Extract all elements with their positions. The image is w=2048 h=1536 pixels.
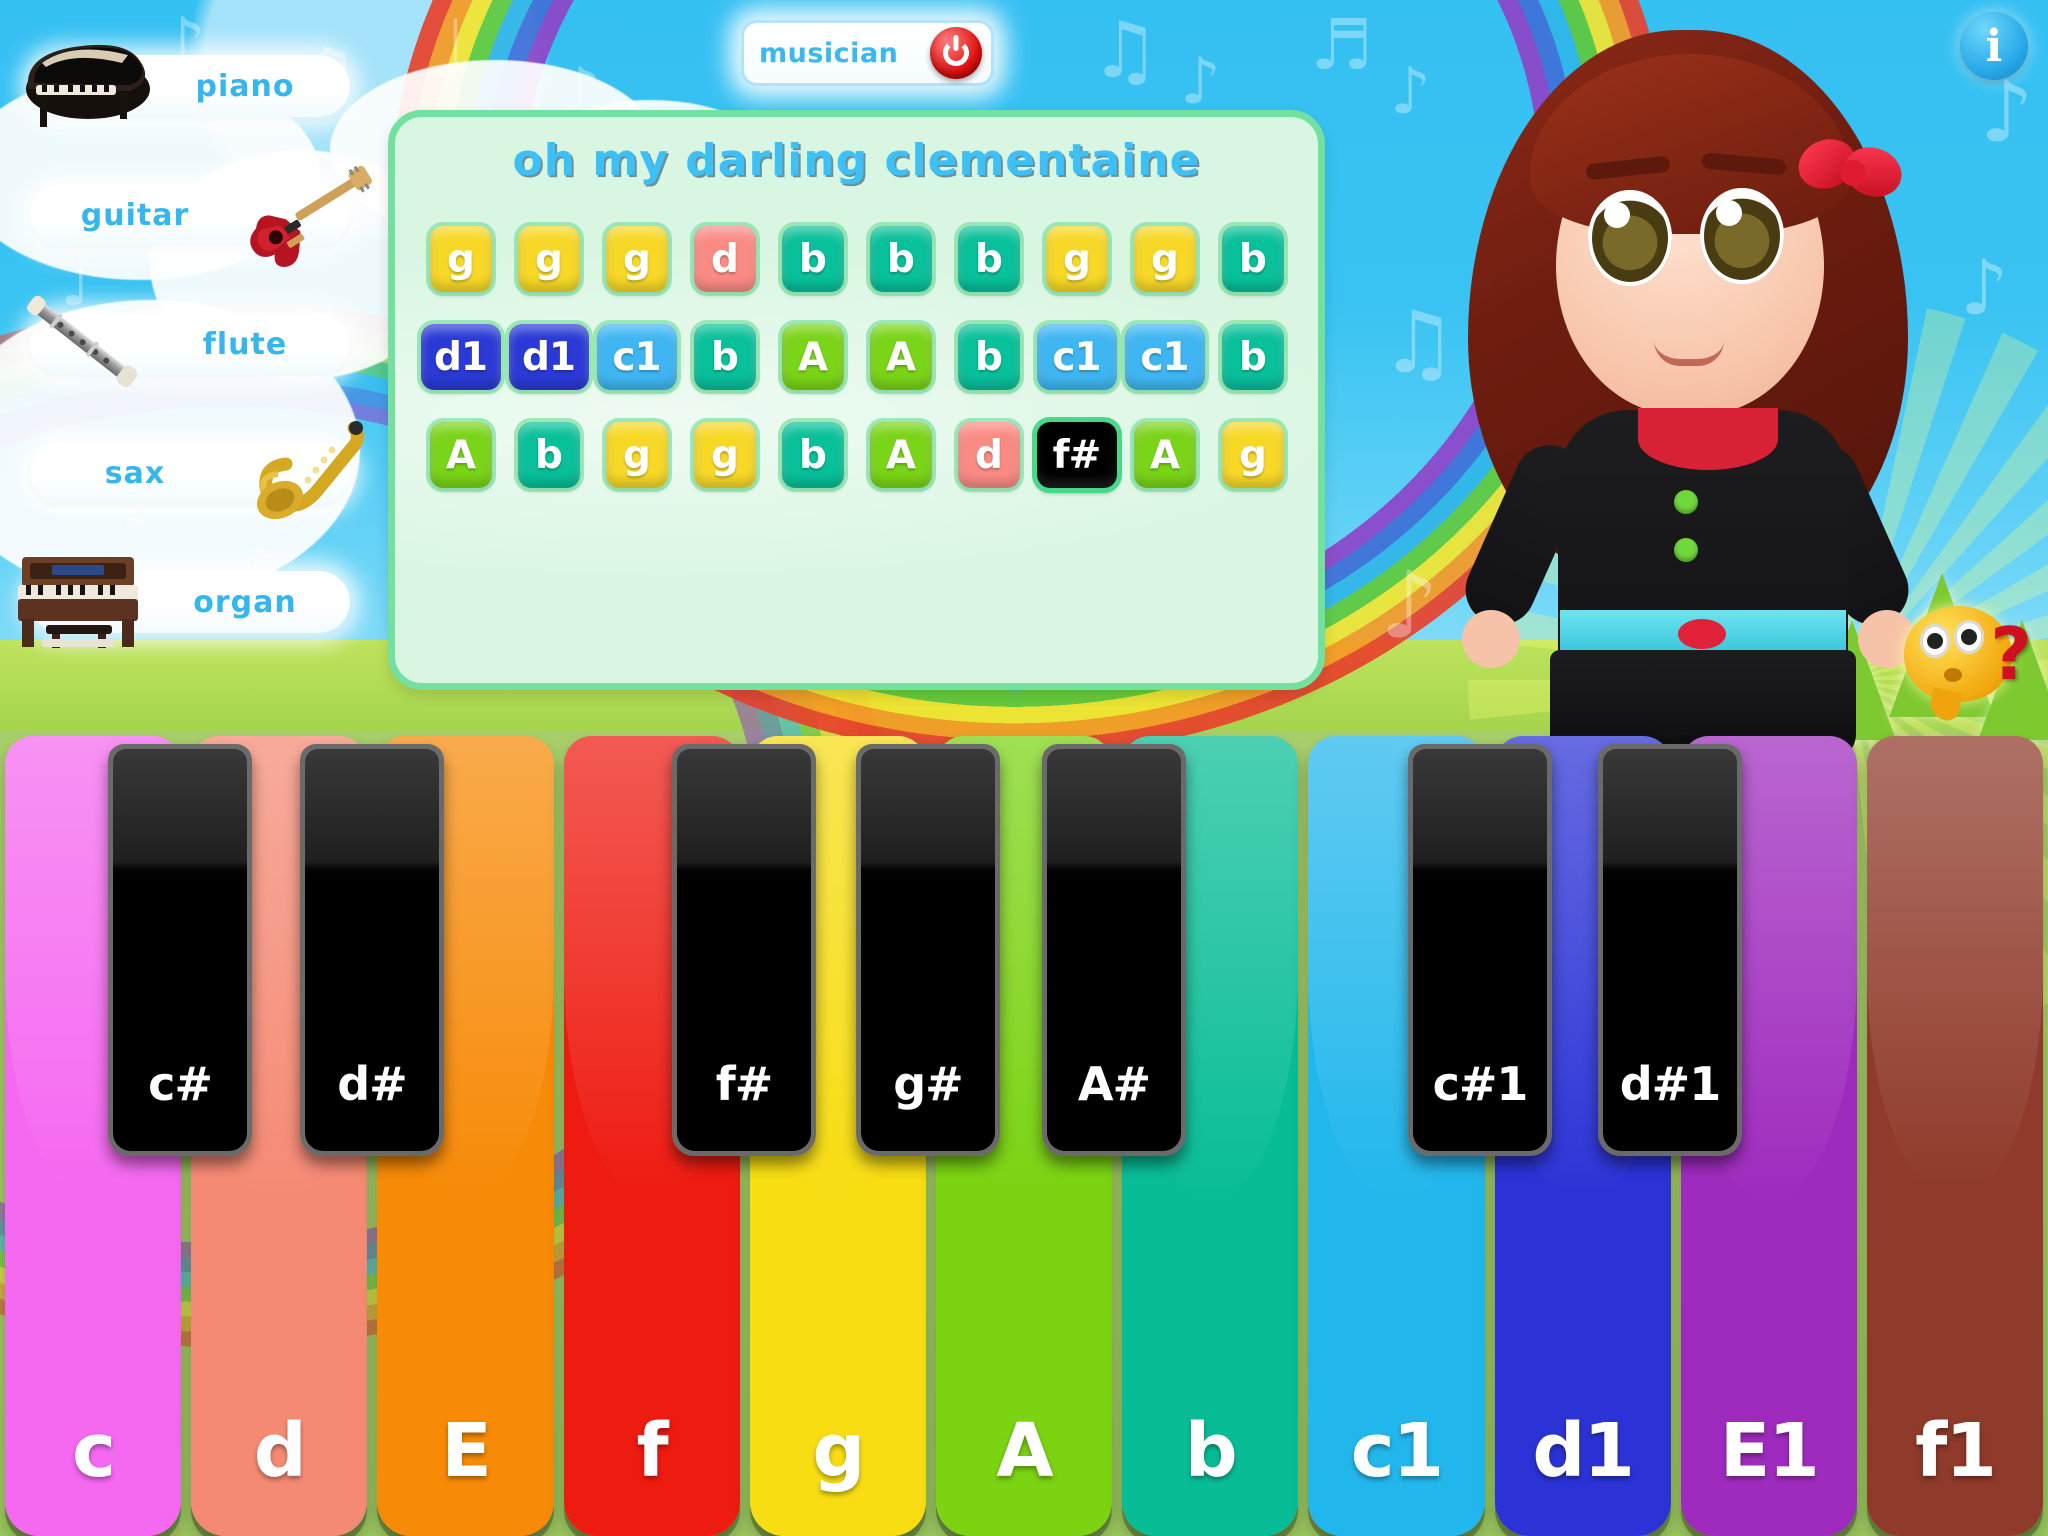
black-key-label: c#1: [1432, 1057, 1529, 1111]
instrument-list: piano guitar flute sax organ: [18, 44, 372, 700]
note-tile[interactable]: b: [865, 222, 936, 296]
note-tile[interactable]: d1: [504, 320, 593, 394]
girl-avatar: [1438, 10, 1938, 760]
black-key-face: f#: [677, 749, 811, 1151]
note-tile[interactable]: c1: [592, 320, 681, 394]
white-key-label: f: [636, 1408, 669, 1494]
note-tile[interactable]: f#: [1031, 417, 1122, 493]
note-tile[interactable]: d: [689, 222, 760, 296]
instrument-button-piano[interactable]: piano: [26, 44, 350, 127]
note-sequence-grid: g g g d b b b g g b d1 d1 c1 b A Ab c1 c1 b Ab g g b Ad f# Ag: [416, 222, 1297, 493]
note-tile[interactable]: b: [953, 320, 1024, 394]
black-key-face: d#: [305, 749, 439, 1151]
hair-bow-icon: [1791, 130, 1909, 210]
note-tile[interactable]: g: [513, 222, 584, 296]
white-key-label: f1: [1915, 1408, 1997, 1494]
song-title: oh my darling clementaine: [512, 135, 1201, 186]
note-tile[interactable]: A: [777, 320, 848, 394]
note-tile[interactable]: g: [601, 418, 672, 492]
white-key-label: b: [1184, 1408, 1238, 1494]
note-tile[interactable]: c1: [1032, 320, 1121, 394]
electric-guitar-icon: [250, 165, 372, 267]
note-tile[interactable]: b: [777, 222, 848, 296]
black-keys-row: c# d# f# g# A# c#1 d#1: [0, 736, 2048, 1156]
note-tile[interactable]: b: [1217, 320, 1288, 394]
flute-icon: [27, 295, 138, 388]
black-key-gsharp[interactable]: g#: [856, 744, 1000, 1156]
black-key-label: d#1: [1619, 1057, 1721, 1111]
note-tile[interactable]: g: [1217, 418, 1288, 492]
grand-piano-icon: [26, 44, 150, 127]
note-tile[interactable]: g: [425, 222, 496, 296]
note-tile[interactable]: g: [1041, 222, 1112, 296]
musician-label: musician: [759, 37, 899, 69]
note-tile[interactable]: g: [689, 418, 760, 492]
note-tile[interactable]: b: [953, 222, 1024, 296]
white-key-label: A: [996, 1408, 1053, 1494]
piano-keyboard: c d Ef g Ab c1 d1 E1 f1 c# d# f# g# A# c#1 d#1: [0, 736, 2048, 1536]
white-key-label: c1: [1350, 1408, 1444, 1494]
note-tile[interactable]: b: [1217, 222, 1288, 296]
note-tile[interactable]: d: [953, 418, 1024, 492]
note-tile[interactable]: A: [865, 320, 936, 394]
note-tile[interactable]: b: [689, 320, 760, 394]
white-key-label: E: [441, 1408, 492, 1494]
question-mark-glyph: ?: [1990, 612, 2032, 696]
organ-icon: [18, 557, 138, 648]
black-key-csharp1[interactable]: c#1: [1408, 744, 1552, 1156]
note-tile[interactable]: g: [1129, 222, 1200, 296]
app-stage: ♪ ♫ ♩ ♪ ♫ ♪ ♬ ♪ ♪ ♫ ♪ ♩ ♫ ♪ ♬ ♪ ♫ ♪: [0, 0, 2048, 1536]
black-key-face: g#: [861, 749, 995, 1151]
power-icon[interactable]: [930, 27, 982, 79]
musician-button[interactable]: musician: [741, 20, 994, 86]
note-tile[interactable]: A: [425, 418, 496, 492]
white-key-label: d: [253, 1408, 307, 1494]
instrument-button-sax[interactable]: sax: [30, 421, 364, 520]
saxophone-icon: [256, 421, 364, 520]
white-key-label: d1: [1532, 1408, 1634, 1494]
note-tile[interactable]: b: [513, 418, 584, 492]
white-key-label: E1: [1719, 1408, 1820, 1494]
black-key-label: d#: [337, 1057, 407, 1111]
black-key-face: c#1: [1413, 749, 1547, 1151]
black-key-label: f#: [715, 1057, 774, 1111]
note-tile[interactable]: d1: [416, 320, 505, 394]
note-tile[interactable]: g: [601, 222, 672, 296]
black-key-face: c#: [113, 749, 247, 1151]
white-key-label: c: [72, 1408, 116, 1494]
white-key-label: g: [812, 1408, 865, 1494]
black-key-face: d#1: [1603, 749, 1737, 1151]
note-tile[interactable]: A: [1129, 418, 1200, 492]
thinking-bubble-emoji[interactable]: ?: [1904, 600, 2034, 720]
instrument-button-flute[interactable]: flute: [27, 295, 350, 388]
note-tile[interactable]: b: [777, 418, 848, 492]
info-glyph: i: [1985, 20, 2003, 72]
black-key-face: A#: [1047, 749, 1181, 1151]
black-key-fsharp[interactable]: f#: [672, 744, 816, 1156]
note-tile[interactable]: A: [865, 418, 936, 492]
black-key-label: g#: [893, 1057, 963, 1111]
black-key-Asharp[interactable]: A#: [1042, 744, 1186, 1156]
instrument-button-organ[interactable]: organ: [18, 557, 350, 648]
black-key-dsharp1[interactable]: d#1: [1598, 744, 1742, 1156]
black-key-csharp[interactable]: c#: [108, 744, 252, 1156]
instrument-button-guitar[interactable]: guitar: [30, 165, 372, 267]
black-key-label: c#: [148, 1057, 213, 1111]
black-key-label: A#: [1077, 1057, 1151, 1111]
note-tile[interactable]: c1: [1120, 320, 1209, 394]
song-panel: oh my darling clementaine g g g d b b b g g b d1 d1…: [388, 110, 1325, 690]
black-key-dsharp[interactable]: d#: [300, 744, 444, 1156]
info-icon[interactable]: i: [1960, 12, 2028, 80]
